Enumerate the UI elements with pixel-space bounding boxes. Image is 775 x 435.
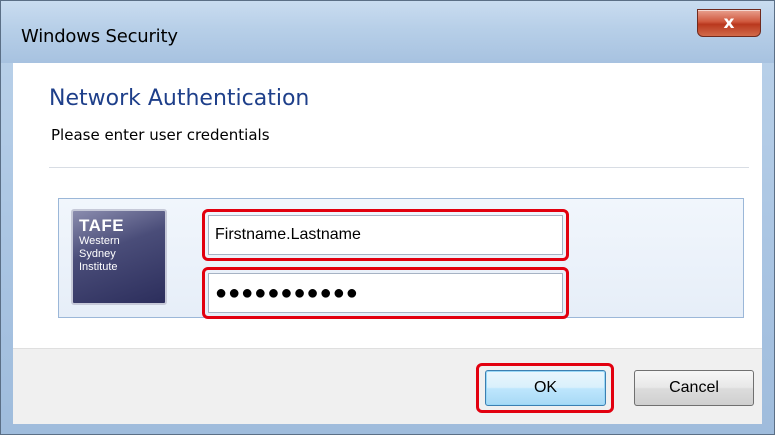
dialog-heading: Network Authentication <box>49 86 310 111</box>
ok-button[interactable]: OK <box>485 370 606 406</box>
ok-label: OK <box>533 379 558 396</box>
tafe-logo: TAFE Western Sydney Institute <box>71 209 167 305</box>
dialog-footer: OK Cancel <box>13 348 762 424</box>
logo-line-western: Western <box>79 235 120 247</box>
username-value: Firstname.Lastname <box>215 226 361 243</box>
close-icon: x <box>723 13 735 33</box>
logo-title: TAFE <box>79 216 125 235</box>
windows-security-dialog: Windows Security x Network Authenticatio… <box>0 0 775 435</box>
password-field[interactable]: ●●●●●●●●●●● <box>208 273 563 313</box>
close-button[interactable]: x <box>697 9 761 37</box>
password-value: ●●●●●●●●●●● <box>215 282 359 304</box>
username-field[interactable]: Firstname.Lastname <box>208 215 563 255</box>
cancel-button[interactable]: Cancel <box>634 370 754 406</box>
logo-line-institute: Institute <box>79 261 118 273</box>
cancel-label: Cancel <box>669 379 719 396</box>
dialog-body: Network Authentication Please enter user… <box>13 63 762 348</box>
dialog-subheading: Please enter user credentials <box>51 126 270 144</box>
title-bar[interactable]: Windows Security x <box>1 1 774 63</box>
separator <box>49 167 749 168</box>
window-title: Windows Security <box>21 26 178 47</box>
logo-line-sydney: Sydney <box>79 248 116 260</box>
